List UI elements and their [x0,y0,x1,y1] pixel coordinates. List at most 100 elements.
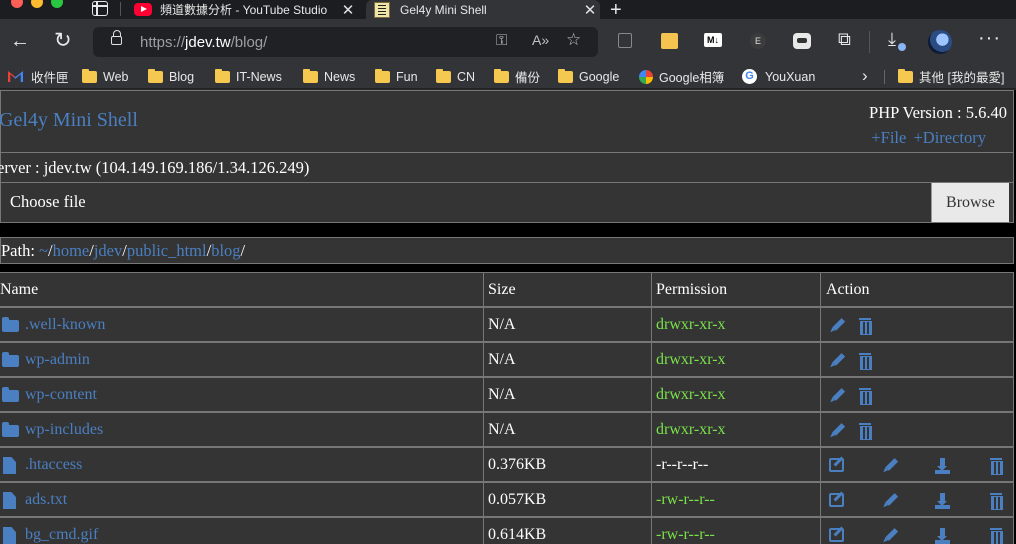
path-segment[interactable]: public_html [127,241,207,260]
delete-trash-icon[interactable] [989,528,1003,544]
name-cell: ads.txt [0,483,484,516]
bookmark-google-photos[interactable]: Google相簿 [639,68,724,85]
google-photos-icon [639,69,653,84]
bookmark-other-favorites[interactable]: 其他 [我的最愛] [898,68,1004,85]
action-cell [821,448,1014,481]
download-icon[interactable] [935,458,950,474]
size-cell: 0.614KB [484,518,652,544]
markdown-extension-icon[interactable]: M↓ [704,33,722,47]
download-icon[interactable] [935,528,950,544]
delete-trash-icon[interactable] [989,458,1003,475]
tab-gel4y-mini-shell[interactable]: Gel4y Mini Shell ✕ [366,0,600,19]
bookmark-label: Fun [396,69,418,84]
path-segment[interactable]: blog [211,241,240,260]
bookmark-web[interactable]: Web [82,68,128,85]
delete-trash-icon[interactable] [858,388,872,405]
download-icon[interactable] [935,493,950,509]
bookmark-blog[interactable]: Blog [148,68,194,85]
back-arrow-icon[interactable]: ← [10,31,30,51]
zoom-window-button[interactable] [51,0,63,8]
bookmark-backup[interactable]: 備份 [494,68,540,85]
chat-extension-icon[interactable] [793,33,811,49]
minimize-window-button[interactable] [31,0,43,8]
new-directory-link[interactable]: +Directory [913,128,986,147]
rename-pencil-icon[interactable] [880,525,901,544]
action-cell [821,308,1014,341]
column-header-permission: Permission [652,273,821,306]
lock-icon[interactable] [111,30,122,45]
action-cell [821,483,1014,516]
tab-overview-icon[interactable] [92,1,108,16]
edit-file-icon[interactable] [829,458,844,472]
rename-pencil-icon[interactable] [827,350,848,371]
shell-title[interactable]: Gel4y Mini Shell [0,109,138,132]
permission-cell: drwxr-xr-x [652,413,821,446]
bookmark-news[interactable]: News [303,68,355,85]
close-window-button[interactable] [11,0,23,8]
new-file-link[interactable]: +File [871,128,906,147]
choose-file-input[interactable]: Choose file [10,192,86,212]
bookmarks-overflow-chevron-icon[interactable]: › [862,66,868,86]
directory-link[interactable]: .well-known [25,308,105,342]
bookmark-it-news[interactable]: IT-News [215,68,282,85]
bookmarks-bar: 收件匣 Web Blog IT-News News Fun CN 備份 Goog… [0,64,1016,89]
tab-close-icon[interactable]: ✕ [580,1,600,19]
folder-icon [2,317,19,332]
column-header-size: Size [484,273,652,306]
directory-link[interactable]: wp-content [25,378,97,412]
file-link[interactable]: ads.txt [25,483,67,517]
path-segment[interactable]: jdev [94,241,122,260]
bookmark-fun[interactable]: Fun [375,68,418,85]
php-version: PHP Version : 5.6.40 [869,103,1007,122]
browse-button[interactable]: Browse [931,183,1009,222]
add-favorite-star-icon[interactable]: ☆ [566,30,581,50]
downloads-icon[interactable]: ⤓ [888,29,906,51]
folder-icon [494,68,509,83]
edit-file-icon[interactable] [829,493,844,507]
url-text[interactable]: https://jdev.tw/blog/ [140,34,267,51]
refresh-icon[interactable]: ↻ [54,30,72,51]
size-cell: N/A [484,378,652,411]
address-bar[interactable]: https://jdev.tw/blog/ ⚿ A» ☆ [93,27,598,57]
bookmark-google[interactable]: Google [558,68,619,85]
bookmark-label: 其他 [我的最愛] [919,71,1005,85]
note-extension-icon[interactable] [661,33,678,49]
e-extension-icon[interactable]: E [750,33,766,49]
rename-pencil-icon[interactable] [827,420,848,441]
delete-trash-icon[interactable] [858,423,872,440]
more-menu-icon[interactable]: ··· [978,27,1001,50]
rename-pencil-icon[interactable] [827,385,848,406]
permission-cell: drwxr-xr-x [652,343,821,376]
directory-link[interactable]: wp-admin [25,343,90,377]
path-segment-home-dir[interactable]: ~ [39,241,48,260]
tab-youtube-studio[interactable]: 頻道數據分析 - YouTube Studio ✕ [128,0,358,19]
delete-trash-icon[interactable] [989,493,1003,510]
rename-pencil-icon[interactable] [827,315,848,336]
rename-pencil-icon[interactable] [880,455,901,476]
path-segment[interactable]: home [53,241,90,260]
delete-trash-icon[interactable] [858,353,872,370]
rename-pencil-icon[interactable] [880,490,901,511]
shell-icon [374,1,390,18]
extensions-puzzle-icon[interactable]: ⧉ [838,29,851,50]
read-aloud-icon[interactable]: A» [532,32,549,48]
bookmark-label: Google相簿 [659,71,725,85]
directory-link[interactable]: wp-includes [25,413,103,447]
collections-icon[interactable] [618,33,632,48]
key-icon[interactable]: ⚿ [496,32,507,49]
edit-file-icon[interactable] [829,528,844,542]
file-link[interactable]: .htaccess [25,448,82,482]
file-link[interactable]: bg_cmd.gif [25,518,98,544]
path-text: Path: ~/home/jdev/public_html/blog/ [1,241,246,260]
folder-icon [82,68,97,83]
profile-avatar[interactable] [928,30,952,54]
delete-trash-icon[interactable] [858,318,872,335]
bookmark-label: News [324,69,356,84]
action-cell [821,378,1014,411]
bookmark-cn[interactable]: CN [436,68,475,85]
bookmark-inbox[interactable]: 收件匣 [4,68,69,85]
tab-close-icon[interactable]: ✕ [338,1,358,19]
permission-cell: -rw-r--r-- [652,483,821,516]
url-path: /blog/ [230,34,268,51]
bookmark-youxuan[interactable]: G YouXuan [742,68,815,85]
